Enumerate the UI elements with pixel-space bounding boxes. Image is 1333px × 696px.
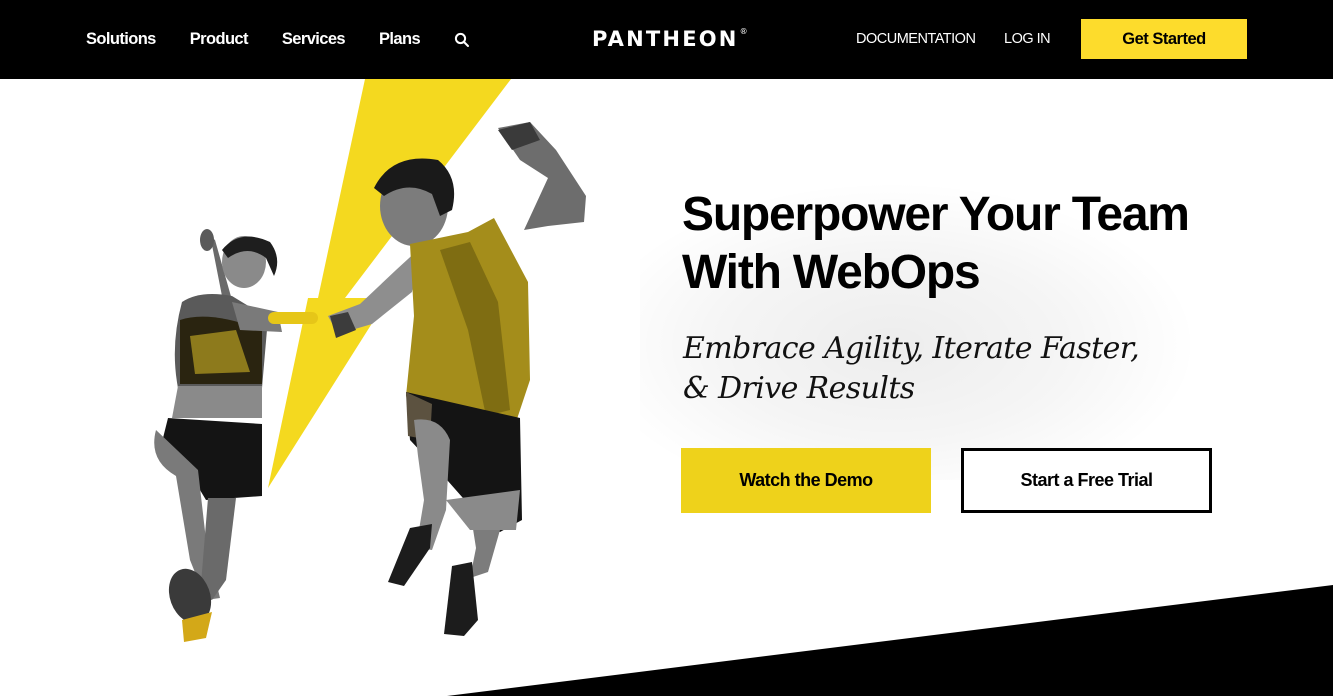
nav-product[interactable]: Product <box>190 30 249 49</box>
hero-image <box>154 79 586 642</box>
nav-services[interactable]: Services <box>282 30 346 49</box>
top-nav: Solutions Product Services Plans PANTHEO… <box>0 0 1333 79</box>
subhead-line-2: & Drive Results <box>683 371 915 406</box>
hero-headline: Superpower Your Team With WebOps <box>682 188 1190 299</box>
nav-solutions[interactable]: Solutions <box>86 30 156 49</box>
hero-subhead: Embrace Agility, Iterate Faster, & Drive… <box>683 329 1203 409</box>
logo-text: PANTHEON <box>592 27 739 51</box>
nav-documentation[interactable]: DOCUMENTATION <box>856 31 976 47</box>
nav-plans[interactable]: Plans <box>379 30 421 49</box>
search-icon[interactable] <box>454 32 470 48</box>
nav-login[interactable]: LOG IN <box>1004 31 1051 47</box>
pantheon-logo[interactable]: PANTHEON® <box>592 27 748 51</box>
free-trial-button[interactable]: Start a Free Trial <box>961 448 1212 513</box>
watch-demo-button[interactable]: Watch the Demo <box>681 448 931 513</box>
registered-mark: ® <box>739 27 748 36</box>
get-started-button[interactable]: Get Started <box>1081 19 1247 59</box>
subhead-line-1: Embrace Agility, Iterate Faster, <box>683 331 1140 366</box>
main-nav: Solutions Product Services Plans <box>86 0 470 79</box>
